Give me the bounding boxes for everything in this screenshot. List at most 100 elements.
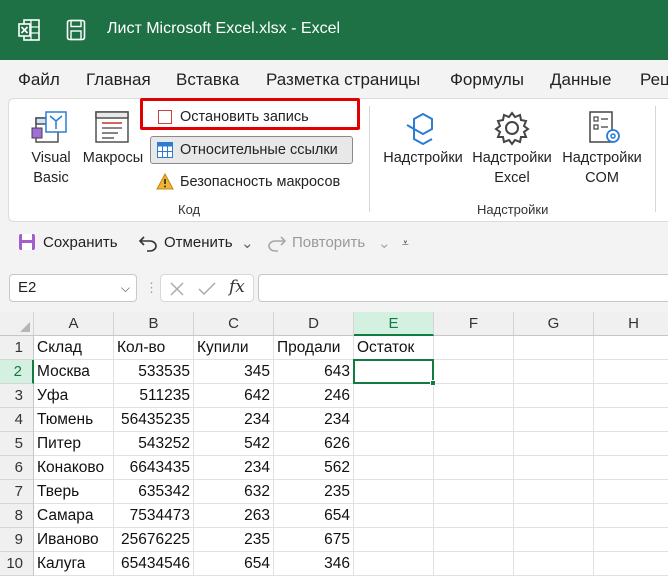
cell[interactable]: 562 bbox=[274, 456, 354, 480]
cell[interactable] bbox=[354, 408, 434, 432]
cell[interactable] bbox=[434, 408, 514, 432]
cell[interactable] bbox=[434, 432, 514, 456]
cell[interactable] bbox=[434, 360, 514, 384]
cell[interactable]: 632 bbox=[194, 480, 274, 504]
cell[interactable] bbox=[434, 504, 514, 528]
cell[interactable]: Москва bbox=[34, 360, 114, 384]
cell[interactable]: Остаток bbox=[354, 336, 434, 360]
tab-review[interactable]: Рец bbox=[640, 70, 668, 90]
cell[interactable] bbox=[594, 504, 668, 528]
cell[interactable] bbox=[354, 504, 434, 528]
qa-customize-button[interactable]: ⩡ bbox=[402, 236, 409, 251]
tab-formulas[interactable]: Формулы bbox=[450, 70, 524, 90]
cell[interactable] bbox=[514, 432, 594, 456]
cell[interactable] bbox=[354, 528, 434, 552]
cell[interactable]: Тюмень bbox=[34, 408, 114, 432]
cell[interactable]: 542 bbox=[194, 432, 274, 456]
worksheet-grid[interactable]: A B C D E F G H 1 Склад Кол-во Купили Продал… bbox=[0, 312, 668, 576]
cell[interactable]: 234 bbox=[194, 408, 274, 432]
cell[interactable] bbox=[594, 360, 668, 384]
cell[interactable]: Самара bbox=[34, 504, 114, 528]
cell[interactable]: 345 bbox=[194, 360, 274, 384]
cell[interactable]: Уфа bbox=[34, 384, 114, 408]
cell[interactable] bbox=[514, 456, 594, 480]
row-header[interactable]: 1 bbox=[0, 336, 34, 360]
cell[interactable] bbox=[434, 552, 514, 576]
cell[interactable]: 533535 bbox=[114, 360, 194, 384]
cell[interactable]: 65434546 bbox=[114, 552, 194, 576]
visual-basic-button[interactable]: Visual Basic bbox=[24, 106, 78, 190]
column-header-g[interactable]: G bbox=[514, 312, 594, 336]
cell[interactable] bbox=[594, 336, 668, 360]
row-header[interactable]: 8 bbox=[0, 504, 34, 528]
column-header-f[interactable]: F bbox=[434, 312, 514, 336]
cell[interactable] bbox=[594, 480, 668, 504]
cell[interactable]: 263 bbox=[194, 504, 274, 528]
save-icon[interactable] bbox=[66, 19, 86, 41]
column-header-c[interactable]: C bbox=[194, 312, 274, 336]
macros-button[interactable]: Макросы bbox=[80, 106, 146, 190]
cell[interactable] bbox=[514, 336, 594, 360]
cell[interactable]: 654 bbox=[274, 504, 354, 528]
row-header[interactable]: 2 bbox=[0, 360, 34, 384]
qa-redo-dropdown[interactable]: ⌄ bbox=[378, 234, 391, 252]
cell[interactable] bbox=[514, 480, 594, 504]
cell[interactable] bbox=[354, 480, 434, 504]
select-all-corner[interactable] bbox=[0, 312, 34, 336]
active-cell-selection[interactable] bbox=[353, 359, 436, 386]
cell[interactable]: Конаково bbox=[34, 456, 114, 480]
cell[interactable]: Питер bbox=[34, 432, 114, 456]
cell[interactable] bbox=[594, 528, 668, 552]
cell[interactable] bbox=[354, 384, 434, 408]
cell[interactable] bbox=[434, 384, 514, 408]
cell[interactable] bbox=[514, 504, 594, 528]
cell[interactable] bbox=[354, 432, 434, 456]
column-header-b[interactable]: B bbox=[114, 312, 194, 336]
cell[interactable]: 626 bbox=[274, 432, 354, 456]
cell[interactable]: 234 bbox=[194, 456, 274, 480]
cancel-icon[interactable] bbox=[169, 281, 185, 297]
cell[interactable]: 543252 bbox=[114, 432, 194, 456]
row-header[interactable]: 7 bbox=[0, 480, 34, 504]
cell[interactable] bbox=[594, 552, 668, 576]
cell[interactable] bbox=[594, 408, 668, 432]
macro-security-button[interactable]: Безопасность макросов bbox=[156, 169, 356, 195]
cell[interactable]: 234 bbox=[274, 408, 354, 432]
cell[interactable]: Тверь bbox=[34, 480, 114, 504]
cell[interactable] bbox=[514, 360, 594, 384]
cell[interactable] bbox=[594, 384, 668, 408]
cell[interactable] bbox=[514, 528, 594, 552]
tab-page-layout[interactable]: Разметка страницы bbox=[266, 70, 420, 90]
cell[interactable]: 25676225 bbox=[114, 528, 194, 552]
cell[interactable] bbox=[514, 552, 594, 576]
column-header-e[interactable]: E bbox=[354, 312, 434, 336]
cell[interactable]: 642 bbox=[194, 384, 274, 408]
cell[interactable]: 511235 bbox=[114, 384, 194, 408]
enter-check-icon[interactable] bbox=[198, 281, 216, 297]
tab-insert[interactable]: Вставка bbox=[176, 70, 239, 90]
row-header[interactable]: 9 bbox=[0, 528, 34, 552]
cell[interactable] bbox=[434, 480, 514, 504]
cell[interactable] bbox=[354, 552, 434, 576]
cell[interactable] bbox=[434, 336, 514, 360]
com-addins-button[interactable]: Надстройки COM bbox=[558, 106, 646, 190]
cell[interactable]: 643 bbox=[274, 360, 354, 384]
row-header[interactable]: 3 bbox=[0, 384, 34, 408]
column-header-h[interactable]: H bbox=[594, 312, 668, 336]
cell[interactable]: Калуга bbox=[34, 552, 114, 576]
row-header[interactable]: 6 bbox=[0, 456, 34, 480]
row-header[interactable]: 10 bbox=[0, 552, 34, 576]
cell[interactable]: 235 bbox=[274, 480, 354, 504]
cell[interactable]: Кол-во bbox=[114, 336, 194, 360]
column-header-d[interactable]: D bbox=[274, 312, 354, 336]
row-header[interactable]: 4 bbox=[0, 408, 34, 432]
cell[interactable]: 56435235 bbox=[114, 408, 194, 432]
cell[interactable]: Купили bbox=[194, 336, 274, 360]
formula-input[interactable] bbox=[258, 274, 668, 302]
cell[interactable]: Иваново bbox=[34, 528, 114, 552]
cell[interactable]: 7534473 bbox=[114, 504, 194, 528]
cell[interactable]: 654 bbox=[194, 552, 274, 576]
cell[interactable]: 246 bbox=[274, 384, 354, 408]
fill-handle[interactable] bbox=[430, 380, 436, 386]
relative-references-toggle[interactable]: Относительные ссылки bbox=[150, 136, 353, 164]
